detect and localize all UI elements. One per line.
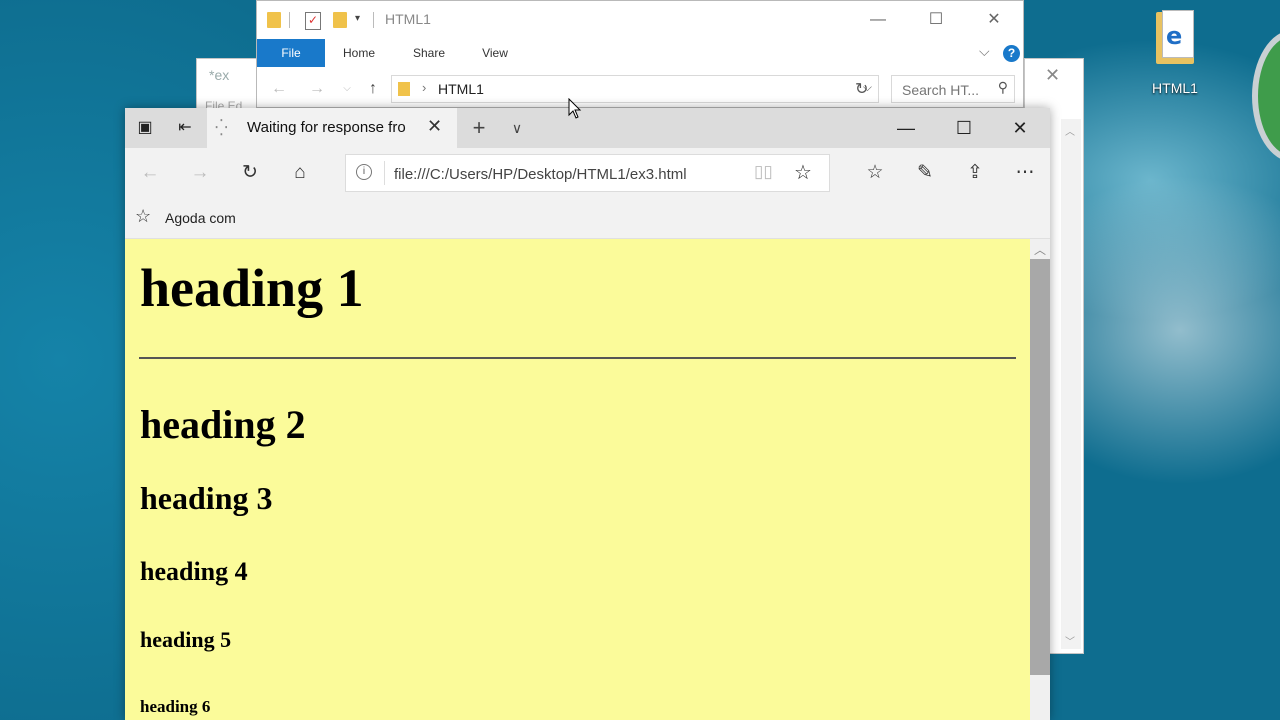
heading-1: heading 1 [140,258,364,318]
forward-button[interactable]: → [303,75,331,103]
file-explorer-window[interactable]: ✓ ▾ HTML1 — ☐ ✕ File Home Share View ⌵ ?… [256,0,1024,108]
folder-icon [398,82,410,96]
favorite-star-icon: ☆ [135,206,152,226]
tab-share[interactable]: Share [403,39,455,67]
desktop-folder-html1[interactable]: e HTML1 [1142,8,1208,96]
customize-toolbar-icon[interactable]: ▾ [355,13,360,24]
add-favorite-star-icon[interactable]: ☆ [794,160,812,185]
info-icon[interactable]: i [356,164,372,180]
tab-file[interactable]: File [257,39,325,67]
close-button[interactable]: ✕ [992,112,1048,144]
folder-icon [267,12,281,28]
share-icon[interactable]: ⇪ [960,158,990,188]
url-input[interactable] [392,163,736,185]
explorer-title: HTML1 [385,11,431,27]
help-icon[interactable]: ? [1003,45,1020,62]
tab-preview-icon[interactable]: ▣ [125,114,165,142]
close-button[interactable]: ✕ [971,5,1017,35]
maximize-button[interactable]: ☐ [913,5,959,35]
address-bar[interactable]: › HTML1 ⌵ [391,75,879,103]
new-tab-button[interactable]: + [465,114,493,142]
tab-list-chevron-icon[interactable]: ∨ [503,114,531,142]
search-icon: ⚲ [997,79,1008,95]
favorite-link-agoda[interactable]: Agoda com [165,210,236,226]
chevron-right-icon: › [422,80,427,95]
vertical-scrollbar[interactable]: ︿ [1030,239,1050,720]
ribbon-tabs: File Home Share View [257,39,1023,67]
expand-ribbon-icon[interactable]: ⌵ [979,43,990,60]
scroll-up-icon[interactable]: ︿ [1065,123,1075,138]
heading-6: heading 6 [140,697,211,716]
heading-3: heading 3 [140,480,273,516]
scroll-up-icon[interactable]: ︿ [1034,241,1046,258]
browser-toolbar: ← → ↻ ⌂ i ▯▯ ☆ ☆ ✎ ⇪ ⋯ [125,148,1050,198]
folder-icon: e [1152,8,1198,66]
tab-bar: ▣ ⇤ ⁛ Waiting for response fro ✕ + ∨ — ☐… [125,108,1050,148]
page-viewport[interactable]: heading 1 heading 2 heading 3 heading 4 … [125,239,1030,720]
tab-view[interactable]: View [469,39,521,67]
explorer-titlebar: ✓ ▾ HTML1 — ☐ ✕ [257,1,1023,39]
set-aside-tabs-icon[interactable]: ⇤ [165,114,205,142]
close-icon[interactable]: ✕ [1045,65,1060,86]
forward-button[interactable]: → [185,158,215,188]
recent-locations-icon[interactable]: ⌵ [333,75,361,103]
address-bar[interactable]: i ▯▯ ☆ [345,154,830,192]
minimize-button[interactable]: — [878,112,934,144]
scrollbar[interactable] [1061,119,1081,649]
refresh-icon[interactable]: ↻ [855,79,868,99]
minimize-button[interactable]: — [855,5,901,35]
scroll-down-icon[interactable]: ﹀ [1065,633,1075,648]
heading-5: heading 5 [140,627,232,652]
more-options-icon[interactable]: ⋯ [1010,158,1040,188]
properties-icon[interactable]: ✓ [305,12,321,30]
scrollbar-thumb[interactable] [1030,259,1050,675]
favorites-hub-icon[interactable]: ☆ [860,158,890,188]
maximize-button[interactable]: ☐ [936,112,992,144]
loading-spinner-icon: ⁛ [215,120,228,137]
favorites-bar: ☆ Agoda com [125,198,1050,239]
tab-active[interactable]: ⁛ Waiting for response fro ✕ [207,108,457,148]
tab-home[interactable]: Home [333,39,385,67]
search-box[interactable]: ⚲ [891,75,1015,103]
back-button[interactable]: ← [265,75,293,103]
page-content: heading 1 heading 2 heading 3 heading 4 … [125,257,1030,717]
web-note-pen-icon[interactable]: ✎ [910,158,940,188]
notepad-title: *ex [209,67,230,83]
search-input[interactable] [900,80,992,100]
horizontal-rule [139,357,1016,359]
tab-title: Waiting for response fro [247,119,406,136]
heading-2: heading 2 [140,402,306,447]
home-button[interactable]: ⌂ [285,158,315,188]
reading-view-icon[interactable]: ▯▯ [754,162,773,182]
desktop-icon-label: HTML1 [1152,80,1198,96]
close-tab-icon[interactable]: ✕ [427,116,442,137]
edge-browser-window[interactable]: ▣ ⇤ ⁛ Waiting for response fro ✕ + ∨ — ☐… [125,108,1050,720]
breadcrumb[interactable]: HTML1 [438,81,484,97]
explorer-navbar: ← → ⌵ ↑ › HTML1 ⌵ ↻ ⚲ [257,71,1023,107]
new-folder-icon[interactable] [333,12,347,28]
up-button[interactable]: ↑ [359,75,387,103]
refresh-button[interactable]: ↻ [235,158,265,188]
back-button[interactable]: ← [135,158,165,188]
heading-4: heading 4 [140,557,248,586]
